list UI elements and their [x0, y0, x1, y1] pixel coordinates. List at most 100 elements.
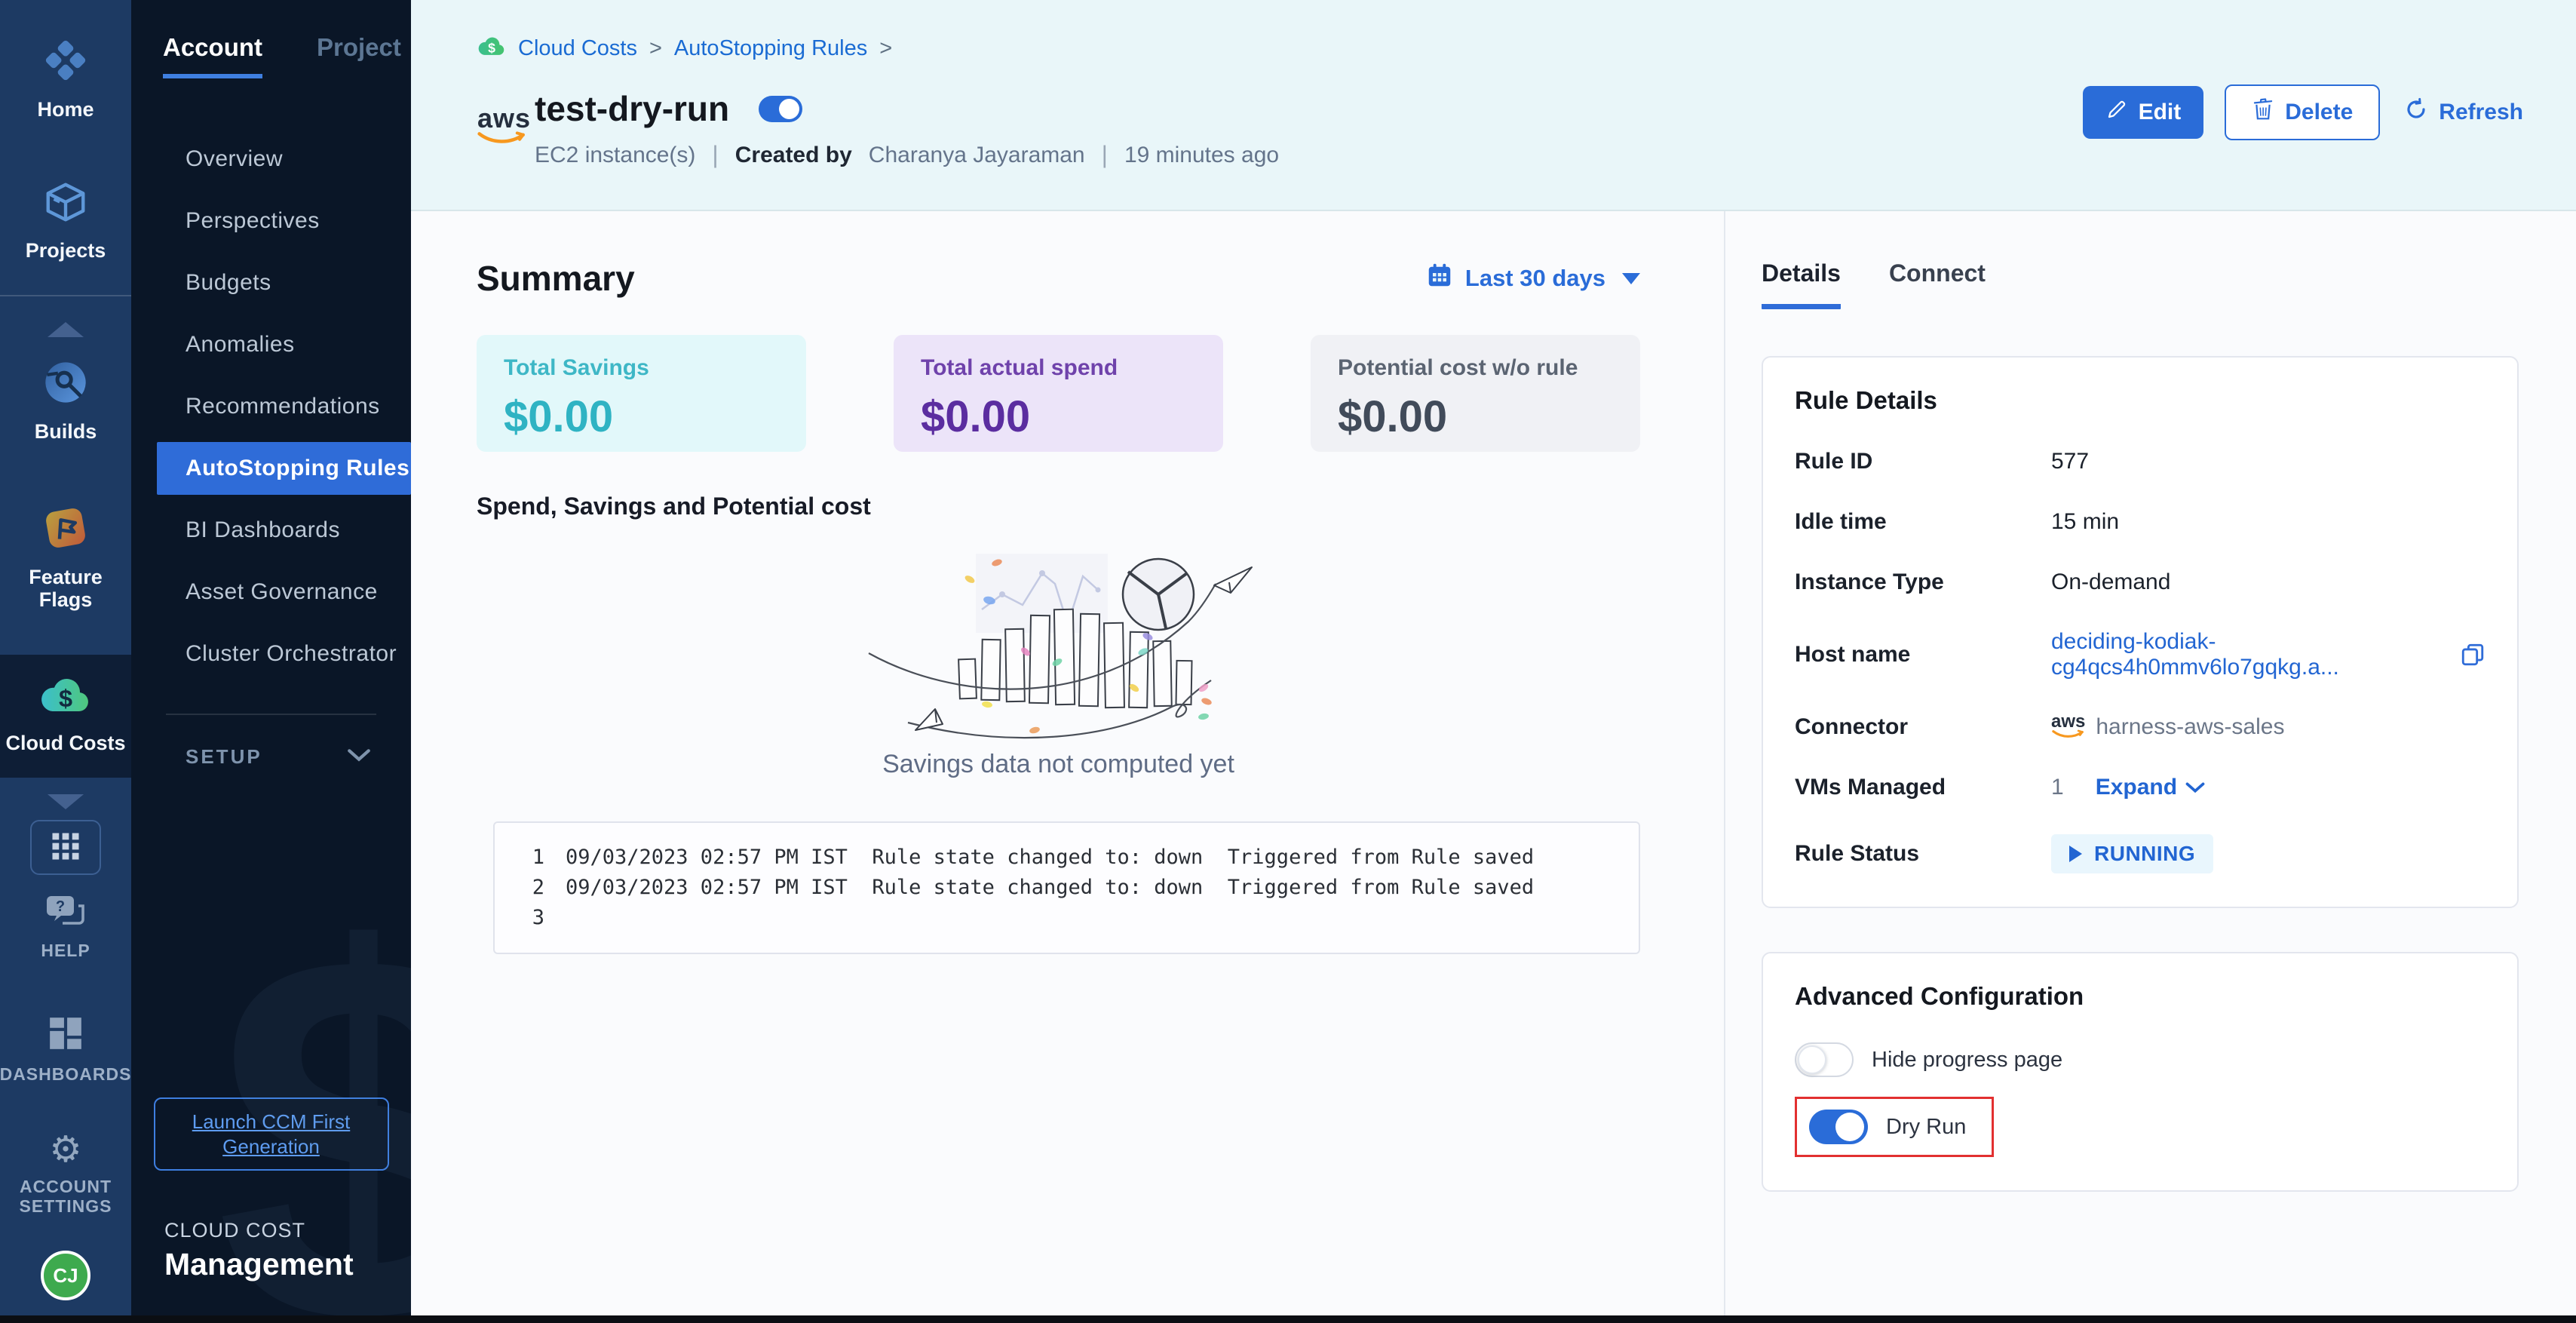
delete-button-label: Delete	[2285, 100, 2353, 125]
setup-label: SETUP	[186, 745, 262, 769]
cloud-costs-icon: $	[39, 674, 92, 722]
launch-ccm-first-gen-button[interactable]: Launch CCM First Generation	[154, 1097, 389, 1171]
card-label: Potential cost w/o rule	[1338, 355, 1613, 381]
trash-icon	[2252, 97, 2274, 127]
nav-item-budgets[interactable]: Budgets	[131, 256, 411, 309]
scope-tabs: Account Project	[131, 33, 411, 78]
connector-row: Connector aws harness-aws-sales	[1795, 714, 2486, 741]
refresh-button[interactable]: Refresh	[2401, 90, 2526, 135]
card-label: Total actual spend	[921, 355, 1196, 381]
host-name-link[interactable]: deciding-kodiak-cg4qcs4h0mmv6lo7gqkg.a..…	[2051, 629, 2445, 680]
main-content: $ Cloud Costs > AutoStopping Rules > aws	[411, 0, 2576, 1323]
title-column: test-dry-run EC2 instance(s) | Created b…	[535, 88, 1279, 169]
gear-icon: ⚙	[49, 1132, 81, 1168]
caret-down-icon	[1622, 273, 1640, 284]
card-value: $0.00	[1338, 391, 1613, 442]
sidebar-item-label: Home	[37, 99, 94, 121]
dashboards-icon	[47, 1015, 84, 1056]
advanced-configuration-card: Advanced Configuration Hide progress pag…	[1762, 952, 2519, 1192]
rule-id-row: Rule ID 577	[1795, 448, 2486, 475]
sidebar-item-label: Cloud Costs	[6, 732, 126, 755]
builds-icon	[41, 358, 90, 410]
subtitle-separator: |	[712, 141, 718, 169]
nav-item-perspectives[interactable]: Perspectives	[131, 195, 411, 247]
expand-label: Expand	[2096, 775, 2177, 800]
header-actions: Edit Delete	[2083, 84, 2526, 140]
chevron-up-icon[interactable]	[48, 322, 84, 337]
chevron-down-icon[interactable]	[48, 794, 84, 809]
sidebar-item-projects[interactable]: Projects	[0, 171, 131, 270]
sidebar-item-home[interactable]: Home	[0, 29, 131, 129]
rule-enabled-toggle[interactable]	[759, 96, 802, 122]
tab-connect[interactable]: Connect	[1889, 259, 1986, 309]
grid-icon	[50, 853, 81, 864]
potential-cost-card: Potential cost w/o rule $0.00	[1311, 335, 1640, 452]
sidebar-item-dashboards[interactable]: DASHBOARDS	[0, 1007, 131, 1091]
cloud-costs-breadcrumb-icon: $	[477, 35, 506, 63]
total-savings-card: Total Savings $0.00	[477, 335, 806, 452]
breadcrumb-separator: >	[879, 36, 892, 61]
user-avatar[interactable]: CJ	[41, 1251, 90, 1300]
nav-item-bi-dashboards[interactable]: BI Dashboards	[131, 504, 411, 557]
sidebar-item-help[interactable]: ? HELP	[0, 886, 131, 968]
sidebar-item-label: Projects	[26, 240, 106, 262]
expand-vms-link[interactable]: Expand	[2096, 775, 2206, 800]
breadcrumb-cloud-costs[interactable]: Cloud Costs	[518, 36, 637, 61]
nav-item-recommendations[interactable]: Recommendations	[131, 380, 411, 433]
sidebar-item-label: DASHBOARDS	[0, 1065, 131, 1084]
tab-project[interactable]: Project	[317, 33, 401, 78]
rule-activity-log[interactable]: 1 09/03/2023 02:57 PM IST Rule state cha…	[493, 821, 1640, 954]
setup-section-toggle[interactable]: SETUP	[131, 745, 411, 769]
projects-icon	[42, 179, 89, 229]
card-label: Total Savings	[504, 355, 779, 381]
chevron-down-icon	[346, 747, 372, 767]
nav-panel: Account Project Overview Perspectives Bu…	[131, 0, 411, 1323]
rail-divider	[0, 295, 131, 296]
row-label: Connector	[1795, 714, 2051, 740]
dry-run-toggle[interactable]	[1809, 1110, 1868, 1144]
toggle-knob	[1798, 1045, 1826, 1074]
aws-logo-text: aws	[477, 106, 535, 130]
refresh-button-label: Refresh	[2439, 100, 2523, 125]
aws-connector-icon: aws	[2051, 714, 2085, 739]
hide-progress-toggle[interactable]	[1795, 1042, 1854, 1077]
svg-text:$: $	[59, 685, 72, 712]
vms-count: 1	[2051, 775, 2064, 800]
nav-item-overview[interactable]: Overview	[131, 133, 411, 186]
brand-title: Management	[164, 1247, 411, 1282]
summary-section: Summary Last 30 days	[477, 211, 1640, 1323]
nav-item-cluster-orchestrator[interactable]: Cluster Orchestrator	[131, 628, 411, 680]
sidebar-item-feature-flags[interactable]: Feature Flags	[0, 496, 131, 619]
dry-run-highlight-box: Dry Run	[1795, 1097, 1994, 1157]
stat-cards: Total Savings $0.00 Total actual spend $…	[477, 335, 1640, 452]
status-text: RUNNING	[2094, 842, 2195, 866]
connector-name: harness-aws-sales	[2096, 714, 2284, 740]
created-age-text: 19 minutes ago	[1124, 143, 1279, 168]
play-icon	[2069, 846, 2082, 862]
vms-managed-row: VMs Managed 1 Expand	[1795, 774, 2486, 801]
nav-item-autostopping-rules[interactable]: AutoStopping Rules	[157, 442, 411, 495]
row-label: VMs Managed	[1795, 775, 2051, 800]
edit-button[interactable]: Edit	[2083, 86, 2204, 139]
sidebar-item-account-settings[interactable]: ⚙ ACCOUNT SETTINGS	[0, 1125, 131, 1223]
tab-details[interactable]: Details	[1762, 259, 1841, 309]
sidebar-item-cloud-costs[interactable]: $ Cloud Costs	[0, 655, 131, 778]
tab-account[interactable]: Account	[163, 33, 262, 78]
date-range-picker[interactable]: Last 30 days	[1426, 262, 1640, 295]
copy-icon[interactable]	[2460, 642, 2486, 668]
log-line-number: 1	[517, 843, 544, 873]
sidebar-item-label: Feature Flags	[0, 566, 131, 611]
nav-item-asset-governance[interactable]: Asset Governance	[131, 566, 411, 619]
idle-time-row: Idle time 15 min	[1795, 508, 2486, 536]
module-picker-button[interactable]	[30, 820, 101, 875]
log-line-text: 09/03/2023 02:57 PM IST Rule state chang…	[566, 873, 1534, 903]
breadcrumb-autostopping-rules[interactable]: AutoStopping Rules	[674, 36, 867, 61]
sidebar-item-builds[interactable]: Builds	[0, 351, 131, 451]
delete-button[interactable]: Delete	[2225, 84, 2380, 140]
log-line: 2 09/03/2023 02:57 PM IST Rule state cha…	[517, 873, 1616, 903]
rule-status-row: Rule Status RUNNING	[1795, 834, 2486, 873]
instance-type-text: EC2 instance(s)	[535, 143, 695, 168]
row-value: 15 min	[2051, 509, 2119, 535]
nav-divider	[166, 714, 376, 715]
nav-item-anomalies[interactable]: Anomalies	[131, 318, 411, 371]
